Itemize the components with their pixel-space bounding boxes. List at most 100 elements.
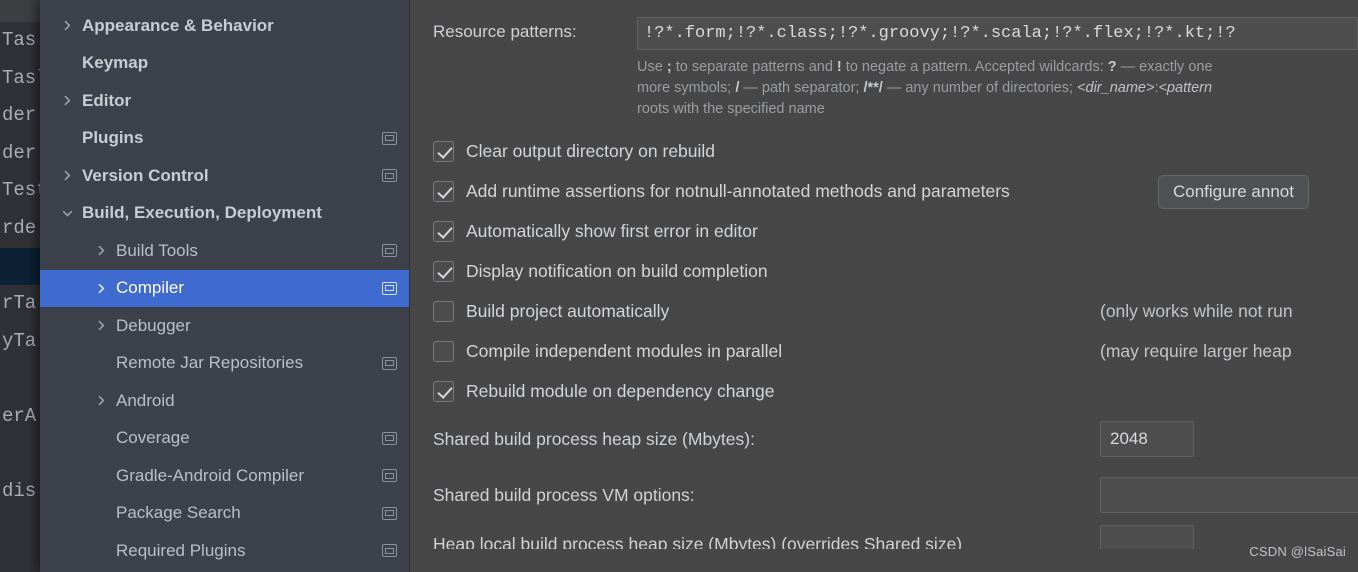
settings-window-icon — [382, 281, 397, 295]
settings-window-icon — [382, 506, 397, 520]
sidebar-item-label: Editor — [82, 90, 132, 110]
chevron-right-icon[interactable] — [92, 395, 110, 406]
background-code-line: Tasl — [2, 66, 40, 89]
field-label: Heap local build process heap size (Mbyt… — [433, 533, 963, 550]
sidebar-item-version-control[interactable]: Version Control — [40, 157, 409, 195]
settings-tree[interactable]: Appearance & Behavior Keymap Editor Plugins… — [40, 0, 410, 572]
field-row: Shared build process heap size (Mbytes):… — [410, 411, 1358, 467]
checkbox-checked-icon[interactable] — [433, 380, 454, 402]
chevron-right-icon[interactable] — [92, 245, 110, 256]
help-line: more symbols; / — path separator; /**/ —… — [637, 80, 1213, 96]
sidebar-item-appearance-behavior[interactable]: Appearance & Behavior — [40, 7, 409, 45]
checkbox-row[interactable]: Automatically show first error in editor — [410, 211, 1358, 251]
settings-window-icon — [382, 544, 397, 558]
sidebar-item-label: Remote Jar Repositories — [116, 353, 304, 373]
help-line: roots with the specified name — [637, 101, 825, 117]
checkbox-row[interactable]: Rebuild module on dependency change — [410, 371, 1358, 411]
checkbox-row[interactable]: Compile independent modules in parallel (… — [410, 331, 1358, 371]
background-code-line — [0, 360, 40, 398]
checkbox-label: Add runtime assertions for notnull-annot… — [466, 180, 1010, 201]
settings-window-icon — [382, 356, 397, 370]
chevron-down-icon[interactable] — [58, 208, 76, 219]
checkbox-row[interactable]: Clear output directory on rebuild — [410, 131, 1358, 171]
field-input[interactable] — [1100, 477, 1358, 513]
checkbox-unchecked-icon[interactable] — [433, 300, 454, 322]
sidebar-item-label: Coverage — [116, 428, 190, 448]
sidebar-item-debugger[interactable]: Debugger — [40, 307, 409, 345]
background-code-line — [0, 436, 40, 474]
sidebar-item-label: Compiler — [116, 278, 185, 298]
sidebar-item-required-plugins[interactable]: Required Plugins — [40, 532, 409, 570]
sidebar-item-compiler[interactable]: Compiler — [40, 269, 409, 307]
sidebar-item-package-search[interactable]: Package Search — [40, 495, 409, 533]
help-line: Use ; to separate patterns and ! to nega… — [637, 59, 1213, 75]
chevron-right-icon[interactable] — [58, 170, 76, 181]
watermark: CSDN @lSaiSai — [1249, 544, 1346, 559]
background-code-line: der — [2, 141, 37, 164]
chevron-right-icon[interactable] — [58, 95, 76, 106]
field-input[interactable] — [1100, 525, 1194, 549]
background-code-line: Tas — [2, 29, 37, 51]
resource-patterns-row: Resource patterns: !?*.form;!?*.class;!?… — [410, 17, 1358, 50]
sidebar-item-build-execution-deployment[interactable]: Build, Execution, Deployment — [40, 195, 409, 233]
settings-window-icon — [382, 244, 397, 258]
settings-window-icon — [382, 469, 397, 483]
field-row: Heap local build process heap size (Mbyt… — [410, 523, 1358, 549]
sidebar-item-android[interactable]: Android — [40, 382, 409, 420]
checkbox-checked-icon[interactable] — [433, 220, 454, 242]
settings-window-icon — [382, 169, 397, 183]
sidebar-item-label: Build Tools — [116, 240, 198, 260]
sidebar-item-label: Build, Execution, Deployment — [82, 203, 322, 223]
chevron-right-icon[interactable] — [92, 320, 110, 331]
sidebar-item-label: Android — [116, 390, 175, 410]
background-editor-lines: Tas Tasl der der Test rde rTa yTa erA dis — [0, 22, 40, 511]
configure-annotations-button[interactable]: Configure annot — [1158, 175, 1309, 209]
checkbox-row[interactable]: Display notification on build completion — [410, 251, 1358, 291]
checkbox-checked-icon[interactable] — [433, 260, 454, 282]
compiler-options-list: Clear output directory on rebuild Add run… — [410, 131, 1358, 411]
checkbox-label: Rebuild module on dependency change — [466, 380, 775, 401]
checkbox-row[interactable]: Add runtime assertions for notnull-annot… — [410, 171, 1358, 211]
checkbox-unchecked-icon[interactable] — [433, 340, 454, 362]
screenshot-root: Tas Tasl der der Test rde rTa yTa erA dis Appe… — [0, 0, 1358, 572]
chevron-right-icon[interactable] — [58, 20, 76, 31]
resource-patterns-input[interactable]: !?*.form;!?*.class;!?*.groovy;!?*.scala;… — [637, 17, 1358, 50]
sidebar-item-coverage[interactable]: Coverage — [40, 420, 409, 458]
sidebar-item-build-tools[interactable]: Build Tools — [40, 232, 409, 270]
sidebar-item-label: Plugins — [82, 128, 144, 148]
checkbox-label: Clear output directory on rebuild — [466, 140, 716, 161]
compiler-settings-pane: Resource patterns: !?*.form;!?*.class;!?… — [410, 0, 1358, 572]
sidebar-item-label: Keymap — [82, 53, 149, 73]
field-input[interactable]: 2048 — [1100, 421, 1194, 457]
background-code-line — [0, 247, 40, 286]
checkbox-label: Compile independent modules in parallel — [466, 340, 783, 361]
chevron-right-icon[interactable] — [92, 283, 110, 294]
sidebar-item-label: Appearance & Behavior — [82, 15, 274, 35]
sidebar-item-label: Version Control — [82, 165, 209, 185]
checkbox-checked-icon[interactable] — [433, 140, 454, 162]
sidebar-item-remote-jar-repositories[interactable]: Remote Jar Repositories — [40, 345, 409, 383]
field-label: Shared build process VM options: — [433, 484, 695, 505]
background-code-line: erA — [2, 404, 37, 427]
checkbox-label: Display notification on build completion — [466, 260, 768, 281]
sidebar-item-label: Required Plugins — [116, 540, 246, 560]
resource-patterns-label: Resource patterns: — [433, 22, 577, 41]
background-code-line: rde — [2, 216, 37, 239]
background-code-line: yTa — [2, 329, 37, 352]
sidebar-item-keymap[interactable]: Keymap — [40, 45, 409, 83]
background-code-line: der — [2, 104, 37, 127]
background-code-line: Test — [2, 179, 40, 202]
field-label: Shared build process heap size (Mbytes): — [433, 428, 755, 449]
settings-dialog: Appearance & Behavior Keymap Editor Plugins… — [40, 0, 1358, 572]
sidebar-item-label: Gradle-Android Compiler — [116, 465, 305, 485]
compiler-heap-fields: Shared build process heap size (Mbytes):… — [410, 411, 1358, 549]
background-code-line: dis — [2, 480, 37, 503]
sidebar-item-plugins[interactable]: Plugins — [40, 120, 409, 158]
checkbox-row[interactable]: Build project automatically (only works w… — [410, 291, 1358, 331]
checkbox-checked-icon[interactable] — [433, 180, 454, 202]
sidebar-item-editor[interactable]: Editor — [40, 82, 409, 120]
checkbox-note: (only works while not run — [1100, 300, 1293, 321]
sidebar-item-gradle-android-compiler[interactable]: Gradle-Android Compiler — [40, 457, 409, 495]
sidebar-item-label: Debugger — [116, 315, 191, 335]
sidebar-item-label: Package Search — [116, 503, 241, 523]
